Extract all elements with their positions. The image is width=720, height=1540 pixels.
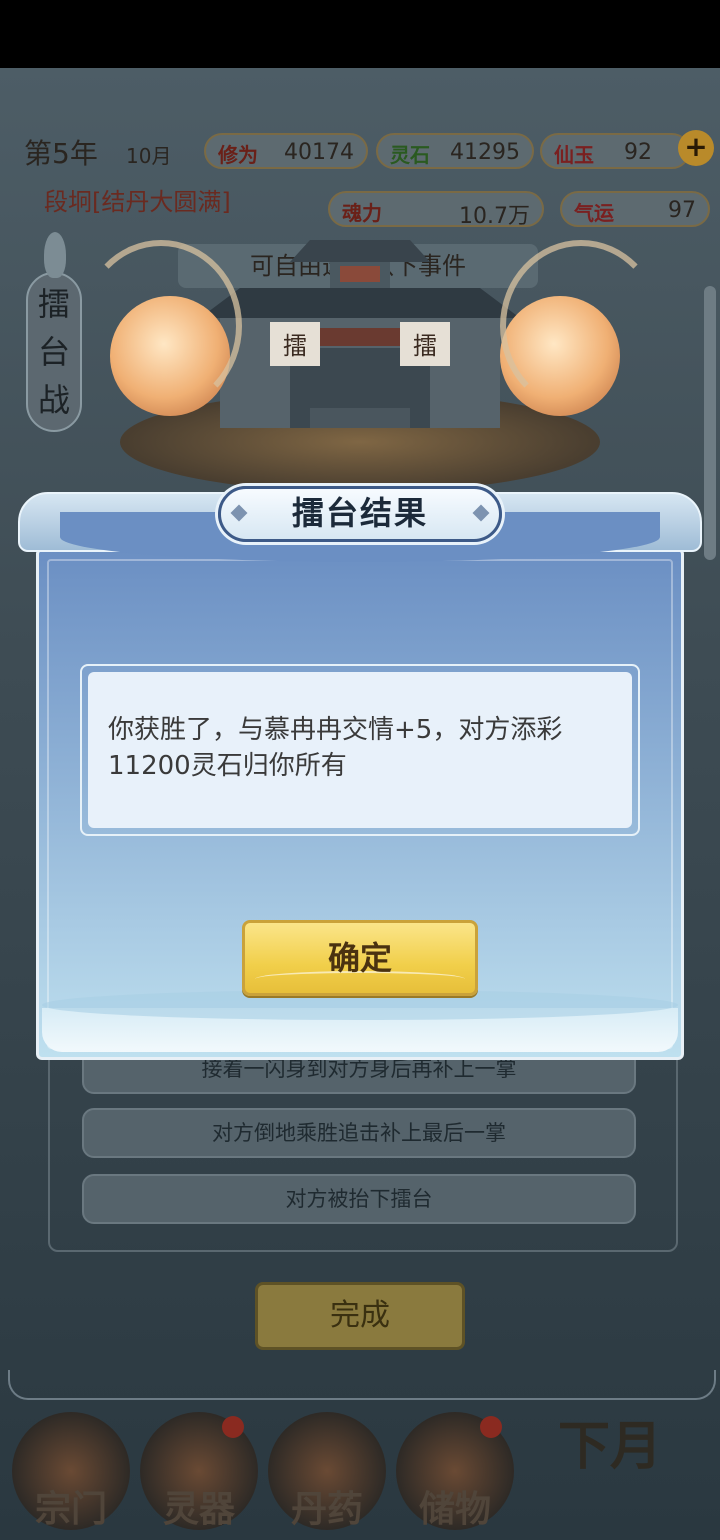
nav-pills[interactable]: 丹药 — [268, 1412, 386, 1530]
nav-sect[interactable]: 宗门 — [12, 1412, 130, 1530]
arena-tag-char: 台 — [37, 333, 70, 371]
arena-battle-tag: 擂 台 战 — [26, 232, 82, 432]
stat-key: 仙玉 — [554, 143, 594, 167]
banner-right-text: 擂 — [413, 332, 437, 360]
stat-fortune: 气运 97 — [560, 191, 710, 227]
year-label: 第5年 — [24, 137, 98, 170]
stat-value: 92 — [624, 140, 652, 165]
dialog-title: 擂台结果 — [291, 494, 428, 532]
panel-frame-bottom — [8, 1370, 716, 1400]
confirm-button[interactable]: 确定 — [242, 920, 478, 996]
character-realm: 段坰[结丹大圆满] — [44, 188, 231, 216]
nav-label: 丹药 — [290, 1488, 363, 1530]
dialog-title-plate: 擂台结果 — [218, 486, 502, 542]
next-month-button[interactable]: 下月 — [558, 1404, 708, 1514]
nav-label: 灵器 — [162, 1488, 235, 1530]
confirm-button-label: 确定 — [327, 939, 392, 977]
stat-jade: 仙玉 92 — [540, 133, 690, 169]
banner-left-text: 擂 — [283, 332, 307, 360]
nav-label: 储物 — [418, 1488, 491, 1530]
stat-value: 40174 — [284, 140, 354, 165]
cloud-swirl-left — [80, 240, 242, 412]
arena-tag-char: 擂 — [37, 285, 70, 323]
stat-cultivation: 修为 40174 — [204, 133, 368, 169]
done-button[interactable]: 完成 — [255, 1282, 465, 1350]
option-item[interactable]: 对方被抬下擂台 — [82, 1174, 636, 1224]
flame-icon — [44, 232, 66, 278]
stat-value: 41295 — [450, 140, 520, 165]
add-jade-button[interactable]: + — [678, 130, 714, 166]
message-frame: 你获胜了，与慕冉冉交情+5，对方添彩11200灵石归你所有 — [80, 664, 640, 836]
cloud-swirl-right — [500, 240, 662, 412]
notification-badge — [222, 1416, 244, 1438]
message-box: 你获胜了，与慕冉冉交情+5，对方添彩11200灵石归你所有 — [88, 672, 632, 828]
stat-key: 灵石 — [390, 143, 430, 167]
dialog-bottom-cap — [42, 990, 678, 1052]
scrollbar[interactable] — [704, 286, 716, 560]
stat-value: 97 — [668, 198, 696, 223]
stat-key: 修为 — [218, 143, 258, 167]
option-item[interactable]: 对方倒地乘胜追击补上最后一掌 — [82, 1108, 636, 1158]
result-message: 你获胜了，与慕冉冉交情+5，对方添彩11200灵石归你所有 — [108, 715, 563, 781]
notification-badge — [480, 1416, 502, 1438]
arena-tag-char: 战 — [37, 381, 70, 419]
month-label: 10月 — [126, 144, 172, 168]
status-bar — [0, 0, 720, 68]
nav-label: 宗门 — [34, 1488, 107, 1530]
stat-spirit-stone: 灵石 41295 — [376, 133, 534, 169]
stat-key: 气运 — [574, 201, 614, 225]
